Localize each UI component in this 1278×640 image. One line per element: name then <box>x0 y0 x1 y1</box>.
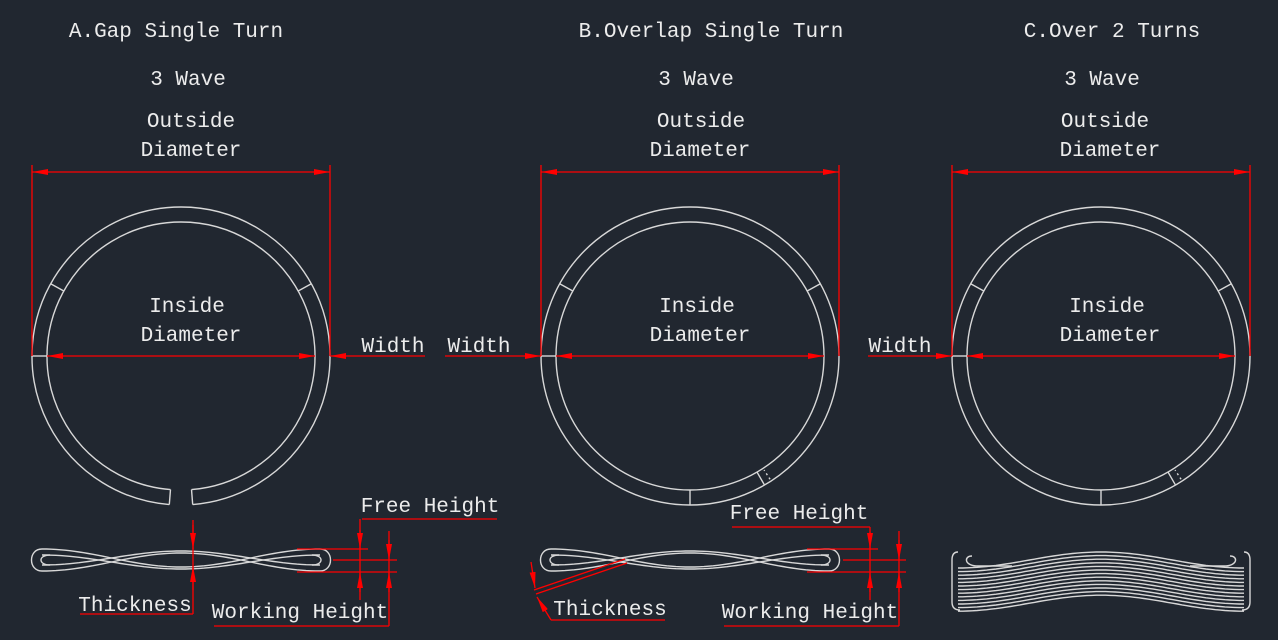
outside-diameter-label: Outside <box>147 111 235 134</box>
outside-diameter-label: Outside <box>1061 111 1149 134</box>
ring-gap-end <box>190 489 194 505</box>
outside-diameter-label: Outside <box>657 111 745 134</box>
panel-title: B.Overlap Single Turn <box>579 21 844 44</box>
inside-diameter-label: Inside <box>149 296 225 319</box>
overlap-end <box>1167 471 1177 486</box>
overlap-hidden-end <box>763 469 771 480</box>
working-height-label: Working Height <box>212 602 388 625</box>
stack-layer <box>958 558 1244 576</box>
wave-count-label: 3 Wave <box>1064 69 1140 92</box>
panel-a-gap-single-turn: A.Gap Single Turn 3 Wave Outside Diamete… <box>30 21 500 627</box>
wave-mark <box>297 283 312 292</box>
ring-side-view <box>539 548 841 572</box>
inside-diameter-label: Inside <box>659 296 735 319</box>
panel-b-overlap-single-turn: B.Overlap Single Turn 3 Wave Outside Dia… <box>445 21 906 627</box>
ring-side-view <box>30 548 332 572</box>
wave-count-label: 3 Wave <box>150 69 226 92</box>
wave-spring-drawing: A.Gap Single Turn 3 Wave Outside Diamete… <box>30 21 1251 627</box>
outside-diameter-label: Diameter <box>1060 140 1161 163</box>
stack-left-edge <box>951 551 961 611</box>
thickness-label: Thickness <box>553 599 666 622</box>
free-height-label: Free Height <box>361 496 500 519</box>
wave-end-loop <box>40 554 51 566</box>
wave-mark <box>970 283 985 292</box>
stack-right-edge <box>1241 551 1251 611</box>
dimension-lines <box>31 165 497 627</box>
wave-end-loop <box>549 554 560 566</box>
wave-end-loop <box>311 554 322 566</box>
dimension-lines <box>445 165 906 627</box>
overlap-end <box>756 471 766 486</box>
stack-layer <box>958 554 1244 573</box>
outside-diameter-label: Diameter <box>141 140 242 163</box>
inside-diameter-label: Diameter <box>141 325 242 348</box>
overlap-hidden-end <box>1174 469 1182 480</box>
inside-diameter-label: Inside <box>1069 296 1145 319</box>
wave-mark <box>806 283 821 292</box>
wave-mark <box>50 283 65 292</box>
ring-gap-end <box>168 489 172 505</box>
inside-diameter-label: Diameter <box>650 325 751 348</box>
outside-diameter-label: Diameter <box>650 140 751 163</box>
free-height-label: Free Height <box>730 503 869 526</box>
panel-title: A.Gap Single Turn <box>69 21 283 44</box>
panel-c-over-2-turns: C.Over 2 Turns 3 Wave Outside Diameter I… <box>868 21 1251 612</box>
inside-diameter-label: Diameter <box>1060 325 1161 348</box>
panel-title: C.Over 2 Turns <box>1024 21 1200 44</box>
wave-count-label: 3 Wave <box>658 69 734 92</box>
wave-mark <box>1217 283 1232 292</box>
wave-end-loop <box>820 554 831 566</box>
stacked-ring-side-view <box>951 551 1251 612</box>
working-height-label: Working Height <box>722 602 898 625</box>
wave-mark <box>559 283 574 292</box>
